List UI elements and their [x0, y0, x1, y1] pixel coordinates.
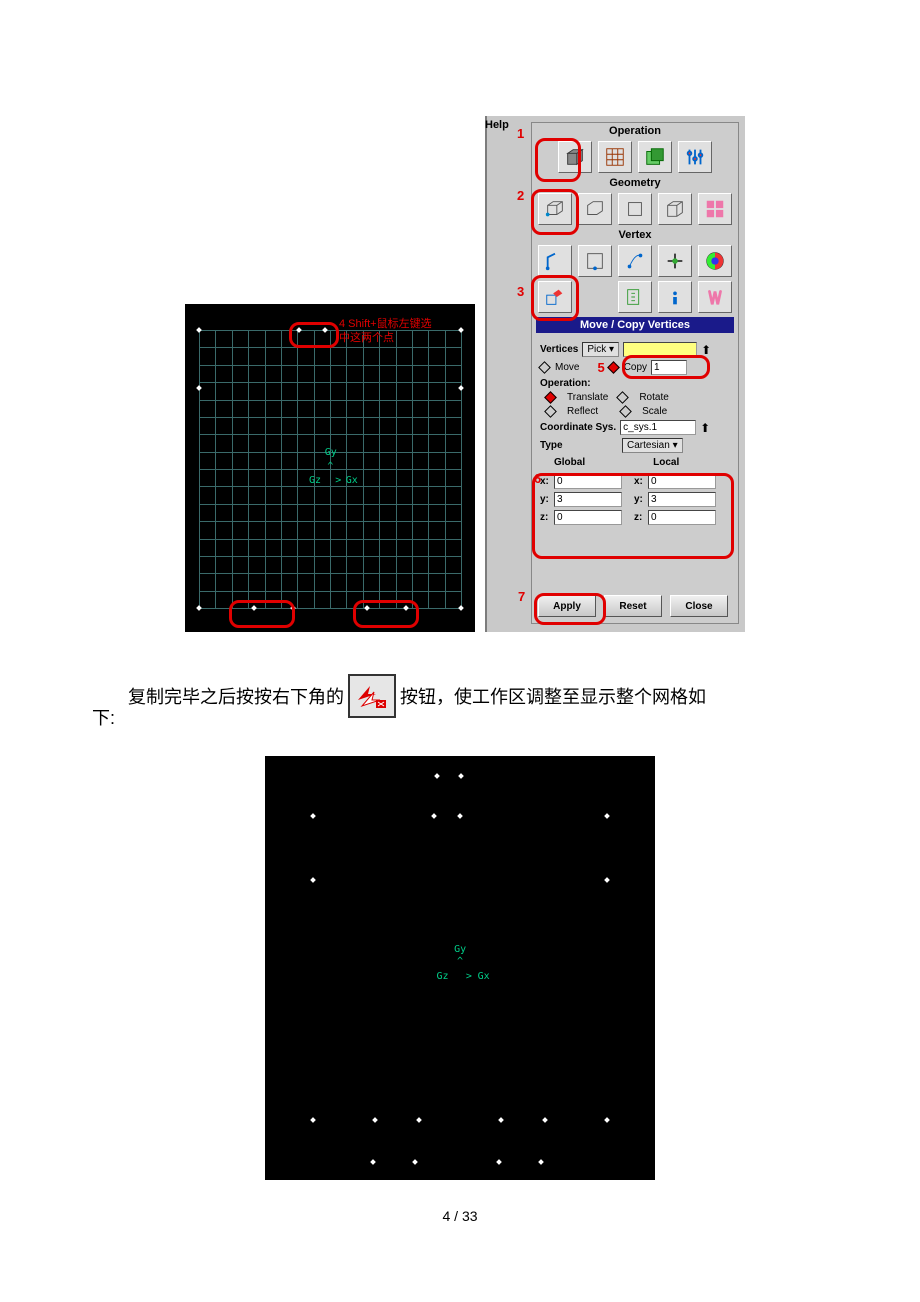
document-page: Gy ^ Gz > Gx 4 Shift+鼠标左 [0, 0, 920, 1302]
create-vertex-button[interactable] [538, 245, 572, 277]
copy-radio[interactable] [607, 361, 620, 374]
coordsys-input[interactable] [620, 420, 696, 435]
annotation-bottom-left-ring [229, 600, 295, 628]
axis-gz: Gz [309, 475, 321, 486]
figure-1-composite: Gy ^ Gz > Gx 4 Shift+鼠标左 [185, 116, 745, 632]
gambit-viewport: Gy ^ Gz > Gx 4 Shift+鼠标左 [185, 304, 475, 632]
axis-caret: ^ [327, 461, 333, 472]
query-button[interactable] [658, 281, 692, 313]
ring-geometry [531, 189, 579, 235]
gambit-side-panel-wrap: Help 1 2 3 Operation Geometry [485, 116, 745, 632]
coordsys-label: Coordinate Sys. [540, 422, 616, 433]
page-number: 4 / 33 [0, 1208, 920, 1224]
pick-dropdown[interactable]: Pick ▾ [582, 342, 619, 357]
axis-gx-2: Gx [478, 971, 490, 982]
annotation-4b-text: 中这两个点 [339, 332, 394, 345]
volume-button[interactable] [658, 193, 692, 225]
ring-xyz [532, 473, 734, 559]
move-copy-form: Vertices Pick ▾ ⬆ Move 5 Copy [532, 335, 738, 535]
reflect-radio[interactable] [544, 405, 557, 418]
help-menu[interactable]: Help [485, 119, 509, 131]
annotation-4-text: 4 Shift+鼠标左键选 [339, 318, 469, 331]
annotation-1: 1 [517, 126, 524, 141]
slide-vertex-button[interactable] [578, 245, 612, 277]
mesh-button[interactable] [598, 141, 632, 173]
type-dropdown[interactable]: Cartesian ▾ [622, 438, 683, 453]
type-label: Type [540, 440, 618, 451]
rotate-radio[interactable] [616, 391, 629, 404]
translate-radio[interactable] [544, 391, 557, 404]
scale-radio[interactable] [619, 405, 632, 418]
edge-button[interactable] [578, 193, 612, 225]
modify-vertex-button[interactable] [658, 245, 692, 277]
global-label: Global [554, 457, 585, 468]
ring-copy [622, 355, 710, 379]
annotation-3: 3 [517, 284, 524, 299]
tools-button[interactable] [678, 141, 712, 173]
fit-view-icon [348, 674, 396, 718]
text-1b: 按钮，使工作区调整至显示整个网格如 [400, 687, 706, 707]
ring-apply [534, 593, 606, 625]
annotation-ring-4 [289, 322, 339, 348]
zones-button[interactable] [638, 141, 672, 173]
axis-arrow-2: > [466, 971, 472, 982]
ring-movecopy [531, 275, 579, 321]
body-paragraph: 复制完毕之后按按右下角的 按钮，使工作区调整至显示整个网格如 [92, 676, 836, 720]
vertex-buttons-row1 [532, 243, 738, 279]
group-button[interactable] [698, 193, 732, 225]
vertices-label: Vertices [540, 344, 578, 355]
annotation-5: 5 [597, 360, 604, 375]
move-radio[interactable] [538, 361, 551, 374]
axis-arrow: > [335, 475, 341, 486]
operation-label: Operation: [540, 378, 591, 389]
annotation-2: 2 [517, 188, 524, 203]
delete-button[interactable] [698, 281, 732, 313]
ring-operation [535, 138, 581, 182]
gambit-panel: Operation Geometry [531, 122, 739, 624]
axis-gy: Gy [325, 447, 337, 458]
axis-caret-2: ^ [457, 956, 463, 967]
move-label: Move [555, 362, 579, 373]
annotation-bottom-right-ring [353, 600, 419, 628]
text-1a: 复制完毕之后按按右下角的 [128, 687, 344, 707]
reset-button[interactable]: Reset [604, 595, 662, 617]
mesh-grid-2: Gy ^ Gz > Gx [313, 816, 607, 1120]
annotation-7: 7 [518, 589, 525, 604]
axis-gz-2: Gz [436, 971, 448, 982]
section-operation-title: Operation [532, 123, 738, 139]
face-button[interactable] [618, 193, 652, 225]
local-label: Local [653, 457, 679, 468]
mesh-grid: Gy ^ Gz > Gx [199, 330, 461, 608]
color-vertex-button[interactable] [698, 245, 732, 277]
summarize-button[interactable] [618, 281, 652, 313]
close-button[interactable]: Close [670, 595, 728, 617]
axis-gy-2: Gy [454, 944, 466, 955]
connect-vertex-button[interactable] [618, 245, 652, 277]
axis-gx: Gx [346, 475, 358, 486]
coordsys-arrow-icon[interactable]: ⬆ [700, 421, 710, 435]
body-paragraph-2: 下: [92, 704, 115, 730]
gambit-viewport-2: Gy ^ Gz > Gx [265, 756, 655, 1180]
